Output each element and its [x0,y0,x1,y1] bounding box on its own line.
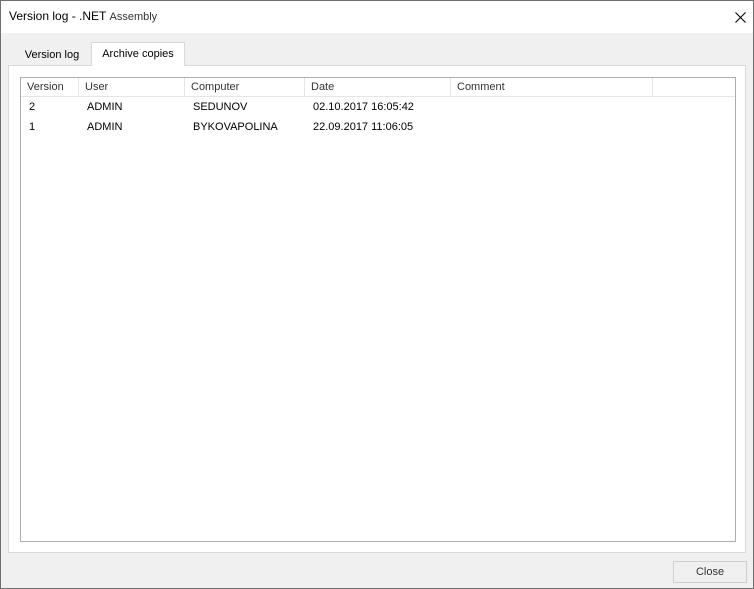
cell-user: ADMIN [87,101,123,113]
cell-date: 02.10.2017 16:05:42 [313,101,414,113]
cell-version: 1 [29,121,36,133]
column-header-computer[interactable]: Computer [185,78,305,96]
column-header-version[interactable]: Version [21,78,79,96]
version-log-dialog: Version log - .NET Assembly Version log … [0,0,754,589]
tab-panel: Version User Computer Date Comment 2 ADM… [8,65,746,553]
cell-date: 22.09.2017 11:06:05 [313,121,414,133]
cell-comment [451,97,653,117]
window-close-button[interactable] [729,6,751,28]
table-header: Version User Computer Date Comment [21,78,735,97]
cell-comment [451,117,653,137]
window-title: Version log - .NET Assembly [9,9,157,23]
window-title-main: Version log - .NET [9,9,107,23]
close-icon [734,11,746,23]
window-title-sub: Assembly [109,11,158,23]
tab-version-log[interactable]: Version log [13,44,91,66]
column-header-date[interactable]: Date [305,78,451,96]
archive-copies-table[interactable]: Version User Computer Date Comment 2 ADM… [20,77,736,542]
table-row[interactable]: 2 ADMIN SEDUNOV 02.10.2017 16:05:42 [21,97,735,117]
cell-user: ADMIN [87,121,123,133]
column-header-filler [653,78,735,96]
column-header-comment[interactable]: Comment [451,78,653,96]
table-row[interactable]: 1 ADMIN BYKOVAPOLINA 22.09.2017 11:06:05 [21,117,735,137]
cell-version: 2 [29,101,36,113]
cell-computer: BYKOVAPOLINA [193,121,278,133]
cell-computer: SEDUNOV [193,101,248,113]
tab-archive-copies[interactable]: Archive copies [91,42,185,66]
title-bar: Version log - .NET Assembly [1,1,753,33]
close-button[interactable]: Close [673,561,747,583]
column-header-user[interactable]: User [79,78,185,96]
